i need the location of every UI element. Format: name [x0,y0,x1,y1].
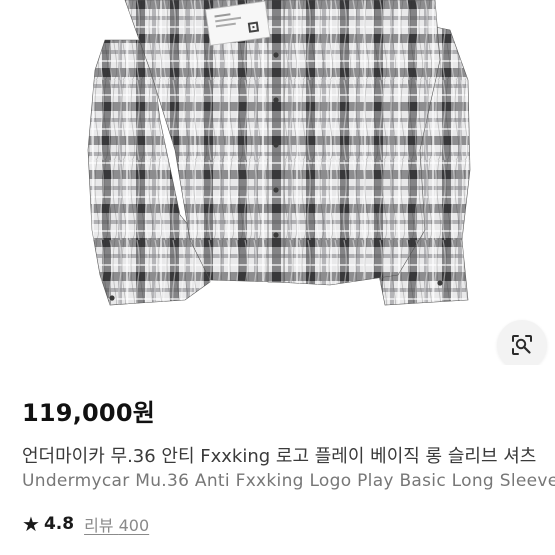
product-title-english[interactable]: Undermycar Mu.36 Anti Fxxking Logo Play … [22,471,555,491]
visual-search-button[interactable] [497,320,547,365]
product-rating: ★ 4.8 리뷰 400 [22,512,149,536]
review-label: 리뷰 [84,516,114,535]
product-price: 119,000원 [22,399,155,427]
review-count: 400 [118,516,150,535]
product-title-korean[interactable]: 언더마이카 무.36 안티 Fxxking 로고 플레이 베이직 롱 슬리브 셔… [22,442,555,468]
review-link[interactable]: 리뷰 400 [84,512,149,536]
rating-value: 4.8 [43,514,75,534]
plaid-shirt-photo [87,0,471,306]
visual-search-icon [512,335,532,355]
star-icon: ★ [22,512,40,536]
product-image[interactable] [0,0,555,365]
